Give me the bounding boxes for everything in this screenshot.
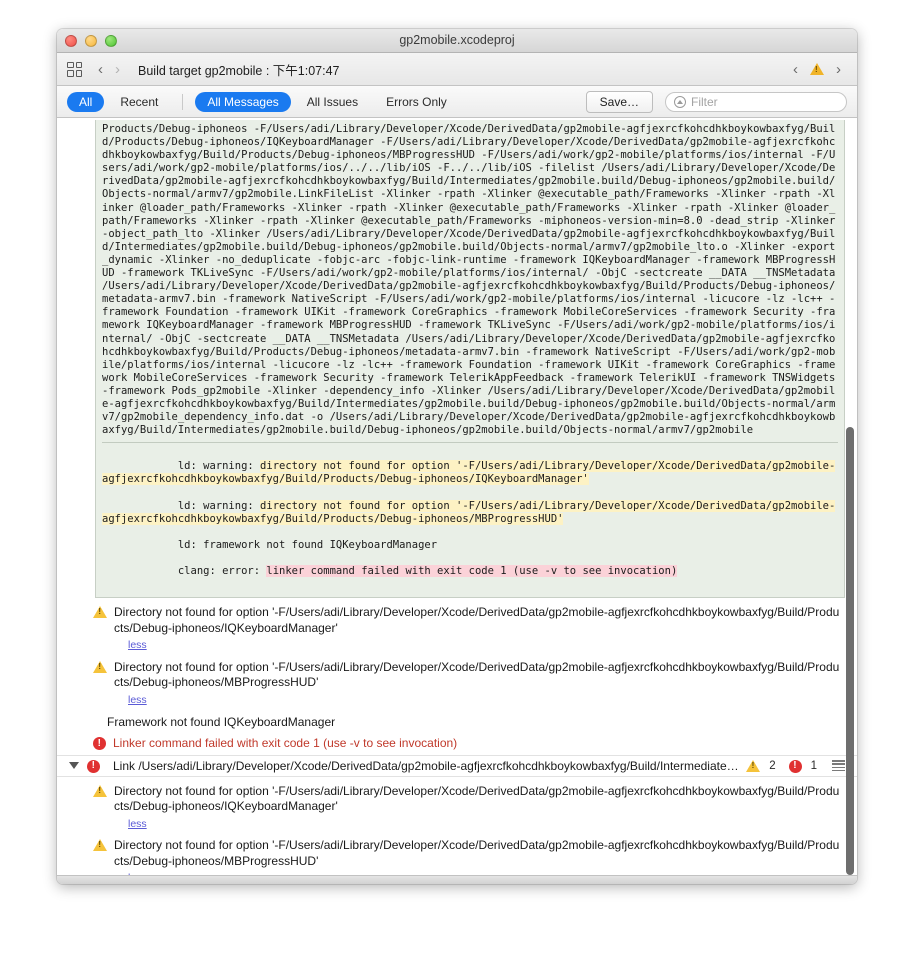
console-diagnostics: ld: warning: directory not found for opt… <box>102 447 838 591</box>
warning-count: 2 <box>746 759 776 773</box>
tab-all[interactable]: All <box>67 91 105 112</box>
diag-3-prefix: clang: error: <box>177 565 267 578</box>
warning-count-value: 2 <box>769 759 776 772</box>
filter-toolbar: All Recent All Messages All Issues Error… <box>57 86 857 118</box>
framework-missing-row: Framework not found IQKeyboardManager <box>107 715 336 730</box>
list-lines-icon[interactable] <box>832 760 845 772</box>
tab-all-issues[interactable]: All Issues <box>295 92 370 112</box>
less-toggle[interactable]: less <box>128 638 147 654</box>
less-toggle[interactable]: less <box>128 693 147 709</box>
back-button[interactable]: ‹ <box>92 62 109 77</box>
error-count-value: 1 <box>810 759 817 772</box>
window-bottom-edge <box>57 875 857 884</box>
toolbar-divider <box>182 93 184 110</box>
warning-triangle-icon <box>93 784 107 797</box>
issue-text: Directory not found for option '-F/Users… <box>114 605 843 654</box>
warning-triangle-icon <box>810 63 824 75</box>
diag-3-text: linker command failed with exit code 1 (… <box>266 565 678 578</box>
link-group-header[interactable]: Link /Users/adi/Library/Developer/Xcode/… <box>57 754 857 777</box>
filter-icon <box>674 95 686 108</box>
breadcrumb: Build target gp2mobile : 下午1:07:47 <box>138 63 340 78</box>
tab-all-messages[interactable]: All Messages <box>195 91 291 112</box>
tab-recent[interactable]: Recent <box>108 92 170 112</box>
grid-icon[interactable] <box>67 61 82 77</box>
xcode-log-window: gp2mobile.xcodeproj ‹ › Build target gp2… <box>57 29 857 884</box>
error-count: 1 <box>788 759 817 773</box>
issue-next-button[interactable]: › <box>830 62 847 77</box>
build-console: Products/Debug-iphoneos -F/Users/adi/Lib… <box>95 120 845 599</box>
less-toggle[interactable]: less <box>128 871 147 875</box>
issue-text: Directory not found for option '-F/Users… <box>114 784 843 833</box>
issue-prev-button[interactable]: ‹ <box>787 62 804 77</box>
error-text: Linker command failed with exit code 1 (… <box>113 736 458 751</box>
log-scroll-area[interactable]: Products/Debug-iphoneos -F/Users/adi/Lib… <box>57 118 857 875</box>
issue-row[interactable]: Directory not found for option '-F/Users… <box>57 781 857 836</box>
filter-placeholder: Filter <box>691 94 718 109</box>
issue-text: Directory not found for option '-F/Users… <box>114 660 843 709</box>
forward-button[interactable]: › <box>109 62 126 77</box>
issue-row[interactable]: Directory not found for option '-F/Users… <box>57 835 857 875</box>
error-circle-icon <box>788 759 802 773</box>
less-toggle[interactable]: less <box>128 817 147 833</box>
filter-input[interactable]: Filter <box>665 91 847 112</box>
error-circle-icon <box>87 759 100 773</box>
error-circle-icon <box>93 737 106 751</box>
issue-row[interactable]: Directory not found for option '-F/Users… <box>57 657 857 712</box>
screen: gp2mobile.xcodeproj ‹ › Build target gp2… <box>0 0 912 962</box>
window-titlebar: gp2mobile.xcodeproj <box>57 29 857 53</box>
issue-text: Directory not found for option '-F/Users… <box>114 838 843 875</box>
warning-triangle-icon <box>93 660 107 673</box>
diag-0-prefix: ld: warning: <box>177 460 261 473</box>
navigation-bar: ‹ › Build target gp2mobile : 下午1:07:47 ‹… <box>57 53 857 86</box>
triangle-down-icon[interactable] <box>69 762 79 770</box>
diag-1-prefix: ld: warning: <box>177 499 261 512</box>
log-content: Products/Debug-iphoneos -F/Users/adi/Lib… <box>57 118 857 875</box>
warning-triangle-icon <box>93 839 107 852</box>
console-divider <box>102 442 838 444</box>
warning-triangle-icon <box>93 606 107 619</box>
tab-errors-only[interactable]: Errors Only <box>374 92 459 112</box>
diag-2-prefix: ld: framework not found IQKeyboardManage… <box>177 538 438 551</box>
nav-right-controls: ‹ › <box>787 62 847 77</box>
group-title: Link /Users/adi/Library/Developer/Xcode/… <box>113 758 741 773</box>
window-title: gp2mobile.xcodeproj <box>399 33 515 47</box>
vertical-scrollbar[interactable] <box>846 427 854 875</box>
issue-row[interactable]: Directory not found for option '-F/Users… <box>57 602 857 657</box>
linker-command-text: Products/Debug-iphoneos -F/Users/adi/Lib… <box>102 123 842 437</box>
warning-triangle-icon <box>746 760 761 773</box>
issue-list-top: Directory not found for option '-F/Users… <box>57 598 857 755</box>
error-row[interactable]: Linker command failed with exit code 1 (… <box>57 733 857 755</box>
save-button[interactable]: Save… <box>585 90 653 113</box>
issue-list-group: Directory not found for option '-F/Users… <box>57 777 857 875</box>
